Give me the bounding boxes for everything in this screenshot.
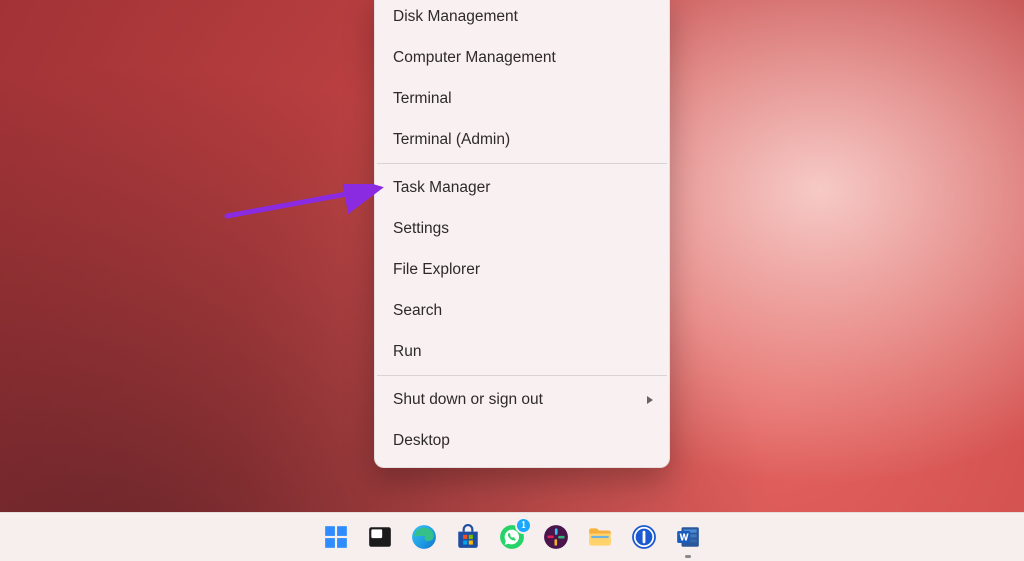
menu-separator xyxy=(377,163,667,164)
menu-label: Terminal xyxy=(393,90,452,108)
menu-separator xyxy=(377,375,667,376)
running-indicator xyxy=(685,555,691,558)
menu-label: Search xyxy=(393,302,442,320)
store-icon xyxy=(455,524,481,550)
menu-item-desktop[interactable]: Desktop xyxy=(375,420,669,461)
slack-icon xyxy=(543,524,569,550)
menu-item-run[interactable]: Run xyxy=(375,331,669,372)
word-icon xyxy=(675,524,701,550)
taskbar: 1 xyxy=(0,512,1024,561)
word-button[interactable] xyxy=(671,520,705,554)
whatsapp-button[interactable]: 1 xyxy=(495,520,529,554)
menu-item-settings[interactable]: Settings xyxy=(375,208,669,249)
menu-label: Task Manager xyxy=(393,179,490,197)
folder-icon xyxy=(587,524,613,550)
menu-item-search[interactable]: Search xyxy=(375,290,669,331)
menu-label: File Explorer xyxy=(393,261,480,279)
menu-label: Disk Management xyxy=(393,8,518,26)
1password-button[interactable] xyxy=(627,520,661,554)
slack-button[interactable] xyxy=(539,520,573,554)
menu-label: Run xyxy=(393,343,421,361)
start-icon xyxy=(323,524,349,550)
menu-label: Settings xyxy=(393,220,449,238)
menu-item-terminal[interactable]: Terminal xyxy=(375,78,669,119)
menu-item-disk-management[interactable]: Disk Management xyxy=(375,0,669,37)
menu-label: Terminal (Admin) xyxy=(393,131,510,149)
chevron-right-icon xyxy=(647,396,653,404)
menu-label: Desktop xyxy=(393,432,450,450)
start-context-menu: Disk Management Computer Management Term… xyxy=(374,0,670,468)
edge-icon xyxy=(411,524,437,550)
task-view-icon xyxy=(367,524,393,550)
menu-item-file-explorer[interactable]: File Explorer xyxy=(375,249,669,290)
notification-badge: 1 xyxy=(515,517,532,534)
menu-label: Computer Management xyxy=(393,49,556,67)
menu-item-task-manager[interactable]: Task Manager xyxy=(375,167,669,208)
file-explorer-button[interactable] xyxy=(583,520,617,554)
menu-label: Shut down or sign out xyxy=(393,391,543,409)
menu-item-computer-management[interactable]: Computer Management xyxy=(375,37,669,78)
store-button[interactable] xyxy=(451,520,485,554)
menu-item-terminal-admin[interactable]: Terminal (Admin) xyxy=(375,119,669,160)
edge-button[interactable] xyxy=(407,520,441,554)
onepassword-icon xyxy=(631,524,657,550)
start-button[interactable] xyxy=(319,520,353,554)
menu-item-shutdown[interactable]: Shut down or sign out xyxy=(375,379,669,420)
task-view-button[interactable] xyxy=(363,520,397,554)
